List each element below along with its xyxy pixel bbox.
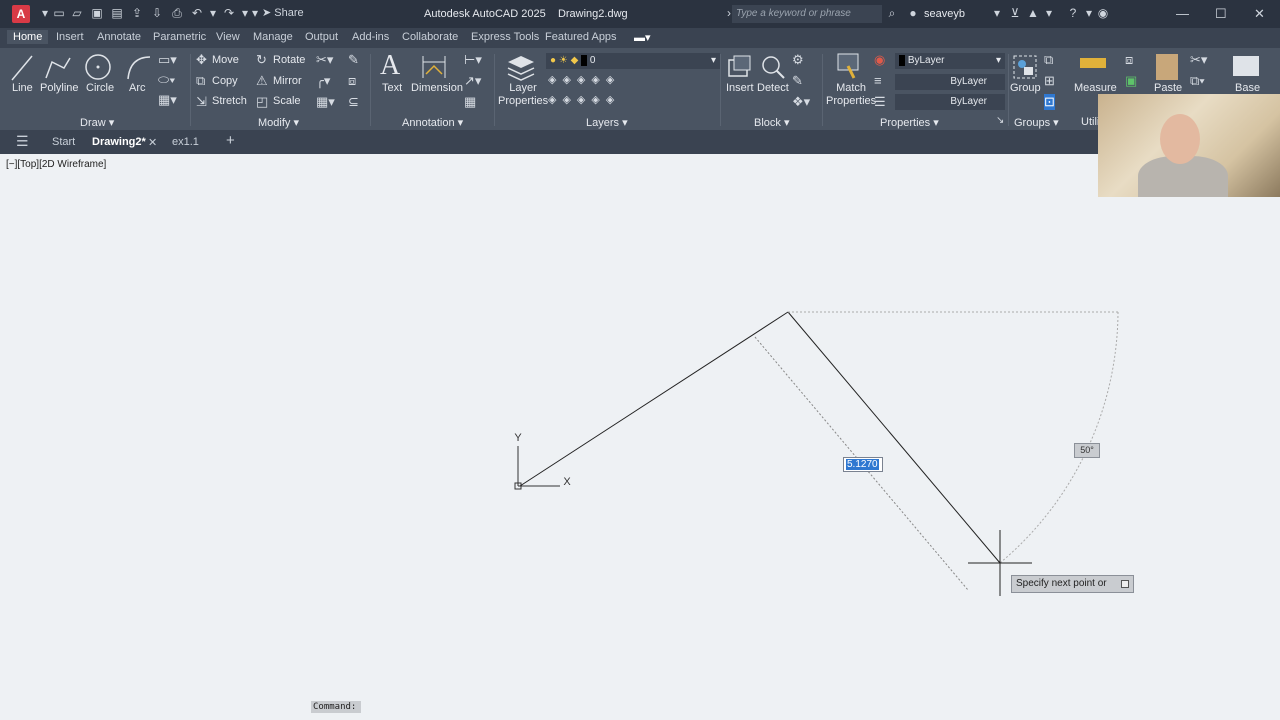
drawing-geometry: Y X (514, 311, 1119, 596)
webcam-overlay-image (1098, 94, 1280, 197)
dynamic-length-input[interactable]: 5.1270 (843, 457, 883, 472)
ucs-icon (514, 446, 560, 490)
command-line[interactable]: Command: (311, 701, 361, 713)
prompt-text: Specify next point or (1016, 578, 1107, 589)
line-segment-1[interactable] (519, 311, 789, 487)
ucs-y-label: Y (514, 432, 522, 444)
angle-arc (999, 311, 1119, 564)
command-prompt-tooltip: Specify next point or (1011, 575, 1134, 593)
ucs-x-label: X (563, 476, 571, 488)
rubberband-segment (787, 311, 1001, 564)
presenter-head (1160, 114, 1200, 164)
dynamic-angle-input[interactable]: 50° (1074, 443, 1100, 458)
prompt-options-icon[interactable] (1121, 580, 1129, 588)
length-value: 5.1270 (846, 459, 879, 470)
